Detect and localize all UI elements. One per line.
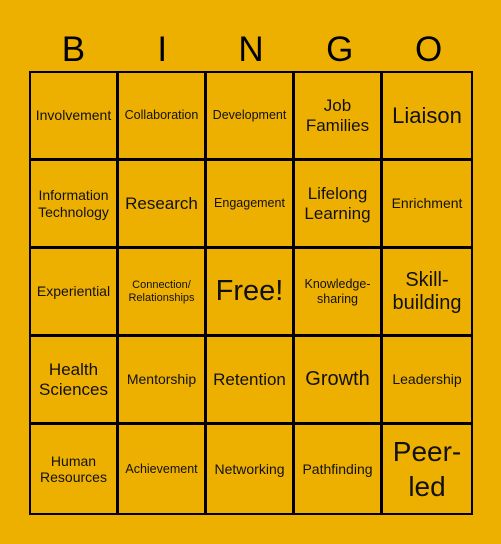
bingo-cell[interactable]: Experiential xyxy=(31,249,119,337)
bingo-cell[interactable]: Networking xyxy=(207,425,295,513)
bingo-cell[interactable]: Development xyxy=(207,73,295,161)
header-letter-g: G xyxy=(326,30,354,69)
bingo-cell[interactable]: Human Resources xyxy=(31,425,119,513)
bingo-cell[interactable]: Information Technology xyxy=(31,161,119,249)
bingo-cell[interactable]: Engagement xyxy=(207,161,295,249)
bingo-cell[interactable]: Retention xyxy=(207,337,295,425)
bingo-cell[interactable]: Skill-building xyxy=(383,249,471,337)
header-letter-n: N xyxy=(238,30,264,69)
bingo-cell[interactable]: Knowledge-sharing xyxy=(295,249,383,337)
bingo-cell[interactable]: Peer-led xyxy=(383,425,471,513)
bingo-grid: Involvement Collaboration Development Jo… xyxy=(29,71,473,515)
bingo-cell[interactable]: Health Sciences xyxy=(31,337,119,425)
bingo-cell[interactable]: Collaboration xyxy=(119,73,207,161)
bingo-cell[interactable]: Involvement xyxy=(31,73,119,161)
bingo-cell[interactable]: Liaison xyxy=(383,73,471,161)
bingo-cell[interactable]: Enrichment xyxy=(383,161,471,249)
bingo-cell[interactable]: Growth xyxy=(295,337,383,425)
bingo-cell[interactable]: Mentorship xyxy=(119,337,207,425)
bingo-cell[interactable]: Research xyxy=(119,161,207,249)
bingo-cell[interactable]: Lifelong Learning xyxy=(295,161,383,249)
header-letter-i: I xyxy=(157,30,168,69)
bingo-cell[interactable]: Leadership xyxy=(383,337,471,425)
bingo-cell[interactable]: Job Families xyxy=(295,73,383,161)
free-space-cell[interactable]: Free! xyxy=(207,249,295,337)
header-letter-b: B xyxy=(61,30,86,69)
header-letter-o: O xyxy=(414,30,443,69)
bingo-cell[interactable]: Pathfinding xyxy=(295,425,383,513)
bingo-cell[interactable]: Connection/ Relationships xyxy=(119,249,207,337)
bingo-cell[interactable]: Achievement xyxy=(119,425,207,513)
bingo-header: B I N G O xyxy=(29,28,473,72)
